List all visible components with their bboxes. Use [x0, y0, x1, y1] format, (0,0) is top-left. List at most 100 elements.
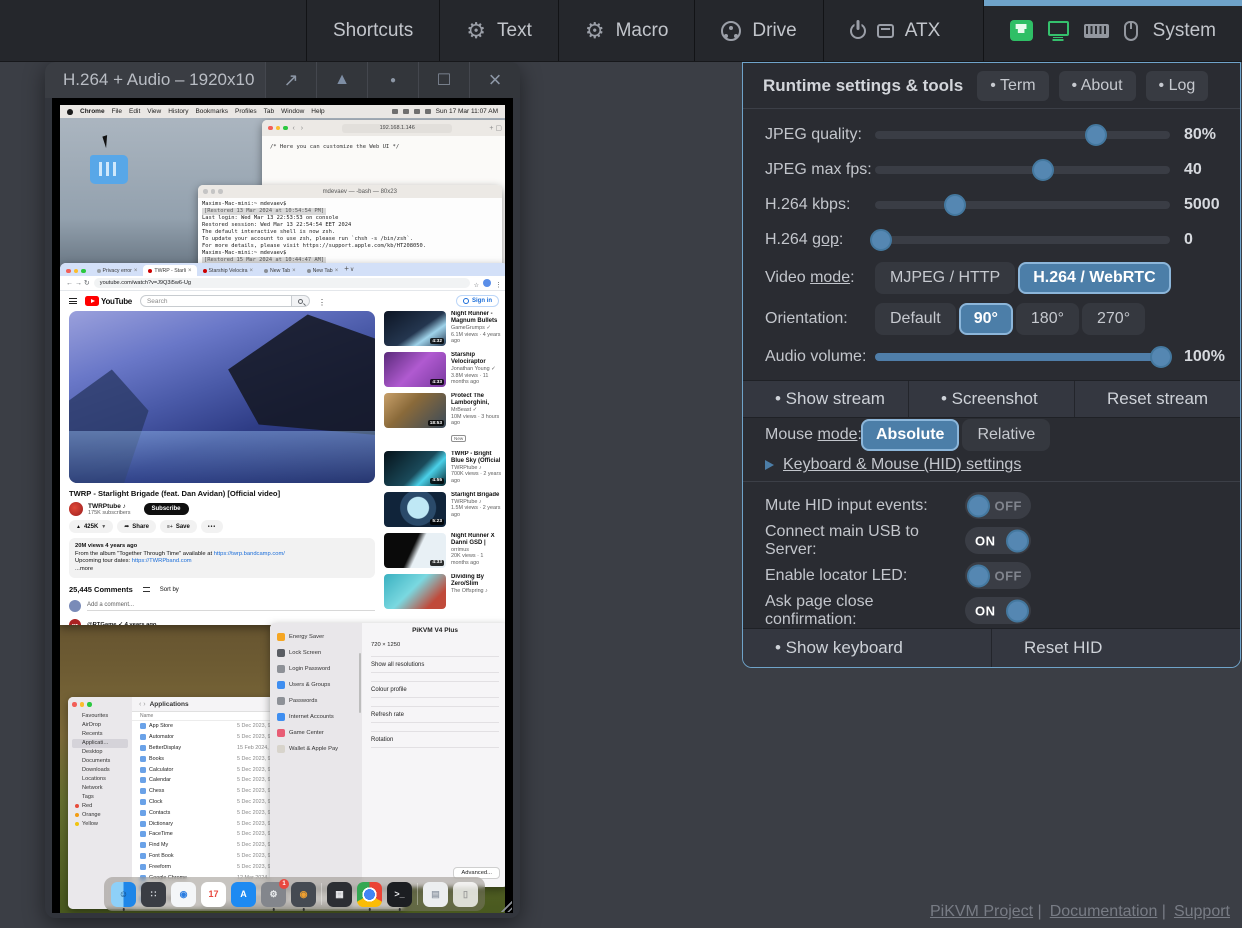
stream-video[interactable]: ChromeFileEditViewHistoryBookmarksProfil… [52, 98, 513, 913]
suggested-video-meta: 3.8M views · 11 months ago [451, 373, 502, 386]
settings-item-label: Passwords [289, 698, 317, 704]
slider-value: 0 [1184, 231, 1193, 249]
mouse-mode-segment: AbsoluteRelative [861, 419, 1050, 451]
toggle-switch[interactable]: OFF [965, 562, 1031, 589]
menubar-status-icon [425, 109, 431, 114]
suggested-video-title: Night Runner - Magnum Bullets (feat. Dan… [451, 311, 502, 325]
segment-option[interactable]: 90° [959, 303, 1013, 335]
stream-action-button[interactable]: • Screenshot [909, 381, 1075, 417]
slider-track[interactable] [875, 166, 1170, 174]
toggle-knob[interactable] [967, 494, 990, 517]
panel-header-button[interactable]: • Term [977, 71, 1048, 101]
share-button: Share [117, 520, 156, 533]
panel-header-button[interactable]: • About [1059, 71, 1136, 101]
footer-link[interactable]: Documentation [1050, 903, 1158, 920]
remote-menu-item: Window [281, 108, 304, 115]
segment-option[interactable]: Default [875, 303, 956, 335]
slider-track[interactable] [875, 201, 1170, 209]
footer-link[interactable]: PiKVM Project [930, 903, 1033, 920]
slider-thumb[interactable] [944, 194, 966, 216]
slider-thumb[interactable] [1150, 346, 1172, 368]
menu-drive[interactable]: Drive [694, 0, 822, 61]
file-name: Chess [149, 788, 237, 794]
remote-menu-item: Bookmarks [195, 108, 228, 115]
segment-option[interactable]: 270° [1082, 303, 1145, 335]
terminal-title: mdevaev — -bash — 80x23 [223, 189, 498, 195]
tag-dot [75, 732, 79, 736]
fullscreen-icon[interactable] [265, 62, 316, 98]
toggle-knob[interactable] [1006, 599, 1029, 622]
file-icon [140, 842, 146, 848]
panel-header: Runtime settings & tools • Term• About• … [743, 63, 1240, 109]
audio-volume-slider[interactable] [875, 353, 1170, 361]
settings-sidebar-item: Login Password [270, 661, 362, 677]
runtime-settings-panel: Runtime settings & tools • Term• About• … [742, 62, 1241, 668]
close-icon[interactable] [469, 62, 520, 98]
hid-action-button[interactable]: Reset HID [992, 629, 1240, 667]
file-name: Automator [149, 734, 237, 740]
toggle-knob[interactable] [967, 564, 990, 587]
segment-option[interactable]: Absolute [861, 419, 959, 451]
stream-window-titlebar[interactable]: H.264 + Audio – 1920x10 [45, 62, 520, 98]
toggle-row: Enable locator LED: OFF [743, 558, 1240, 593]
segment-option[interactable]: MJPEG / HTTP [875, 262, 1015, 294]
remote-menu-item: Edit [129, 108, 140, 115]
settings-sidebar-item: Game Center [270, 725, 362, 741]
menu-macro[interactable]: ⚙ Macro [558, 0, 695, 61]
settings-item-label: Internet Accounts [289, 714, 334, 720]
panel-header-button[interactable]: • Log [1146, 71, 1209, 101]
window-traffic-lights [72, 702, 128, 707]
audio-volume-row: Audio volume: 100% [743, 339, 1240, 374]
slider-track[interactable] [875, 236, 1170, 244]
settings-main-pane: PiKVM V4 Plus 720 × 1250 Show all resolu… [362, 623, 505, 887]
menu-system[interactable]: System [983, 0, 1242, 61]
slider-thumb[interactable] [870, 229, 892, 251]
video-mode-segment: MJPEG / HTTPH.264 / WebRTC [875, 262, 1171, 294]
menu-atx[interactable]: ATX [823, 0, 967, 61]
stream-action-button[interactable]: Reset stream [1075, 381, 1240, 417]
toggle-knob[interactable] [1006, 529, 1029, 552]
remote-menubar: ChromeFileEditViewHistoryBookmarksProfil… [60, 105, 505, 118]
tag-dot [75, 795, 79, 799]
slider-thumb[interactable] [1032, 159, 1054, 181]
hid-action-button[interactable]: • Show keyboard [743, 629, 992, 667]
detach-icon[interactable] [367, 62, 418, 98]
slider-track[interactable] [875, 131, 1170, 139]
stream-action-button[interactable]: • Show stream [743, 381, 909, 417]
toggle-row: Ask page close confirmation: ON [743, 593, 1240, 628]
hid-settings-link[interactable]: Keyboard & Mouse (HID) settings [783, 456, 1021, 474]
add-comment-field: Add a comment... [87, 602, 375, 611]
toggle-switch[interactable]: ON [965, 527, 1031, 554]
thumbs-down-icon [101, 524, 106, 530]
finder-sidebar-item: Yellow [72, 820, 128, 829]
segment-option[interactable]: Relative [962, 419, 1050, 451]
menu-system-label: System [1153, 20, 1216, 42]
slider-thumb[interactable] [1085, 124, 1107, 146]
settings-sidebar-item: Passwords [270, 693, 362, 709]
tag-dot [75, 750, 79, 754]
tab-search-icon [350, 263, 354, 276]
menu-text[interactable]: ⚙ Text [439, 0, 558, 61]
settings-item-icon [277, 649, 285, 657]
settings-item-icon [277, 681, 285, 689]
finder-title: Applications [150, 701, 189, 708]
youtube-header: YouTube Search Sign in [60, 291, 505, 311]
youtube-suggested-list: 4:32 Night Runner - Magnum Bullets (feat… [384, 311, 502, 615]
audio-volume-value: 100% [1184, 348, 1225, 366]
segment-option[interactable]: 180° [1016, 303, 1079, 335]
toggle-label: Connect main USB to Server: [765, 523, 965, 559]
suggested-video: 4:33 Night Runner X Danni GSD | Magnum B… [384, 533, 502, 568]
maximize-icon[interactable] [418, 62, 469, 98]
segment-option[interactable]: H.264 / WebRTC [1018, 262, 1170, 294]
footer-link[interactable]: Support [1174, 903, 1230, 920]
settings-item-label: Lock Screen [289, 650, 321, 656]
menubar-status-icon [414, 109, 420, 114]
file-name: Dictionary [149, 821, 237, 827]
toggle-switch[interactable]: OFF [965, 492, 1031, 519]
collapse-icon[interactable] [316, 62, 367, 98]
toggle-switch[interactable]: ON [965, 597, 1031, 624]
menu-shortcuts[interactable]: Shortcuts [306, 0, 439, 61]
file-icon [140, 821, 146, 827]
person-icon [463, 298, 469, 304]
tab-title: TWRP - Starli [154, 268, 186, 274]
